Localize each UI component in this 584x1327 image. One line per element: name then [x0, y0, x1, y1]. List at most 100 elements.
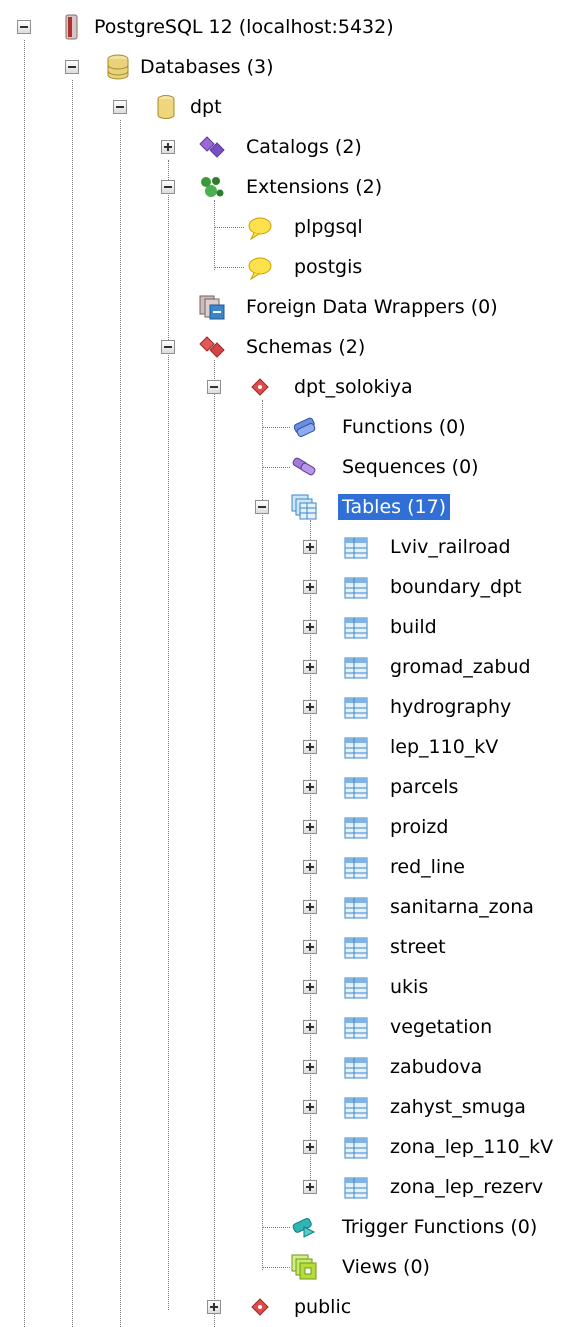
expand-toggle[interactable] — [303, 820, 317, 834]
trigger-functions-icon — [290, 1213, 318, 1241]
sequences-icon — [290, 453, 318, 481]
expand-toggle[interactable] — [303, 940, 317, 954]
expand-toggle[interactable] — [303, 780, 317, 794]
table-icon — [342, 734, 370, 762]
tree-node-foreign-data-wrappers[interactable]: Foreign Data Wrappers (0) — [0, 287, 584, 327]
tree-node-label: Sequences (0) — [342, 456, 479, 478]
expand-toggle[interactable] — [303, 580, 317, 594]
expand-toggle[interactable] — [303, 540, 317, 554]
tree-node-table[interactable]: sanitarna_zona — [0, 887, 584, 927]
table-icon — [342, 1094, 370, 1122]
collapse-toggle[interactable] — [161, 340, 175, 354]
tree-node-label: parcels — [390, 776, 459, 798]
tree-node-label: Databases (3) — [140, 56, 274, 78]
table-icon — [342, 934, 370, 962]
tree-node-label: zahyst_smuga — [390, 1096, 526, 1118]
tree-node-table[interactable]: lep_110_kV — [0, 727, 584, 767]
expand-toggle[interactable] — [303, 1060, 317, 1074]
tree-node-table[interactable]: red_line — [0, 847, 584, 887]
tree-node-table[interactable]: street — [0, 927, 584, 967]
extension-item-icon — [246, 254, 274, 282]
expand-toggle[interactable] — [303, 620, 317, 634]
tree-node-database[interactable]: dpt — [0, 87, 260, 127]
table-icon — [342, 694, 370, 722]
tree-node-extension-postgis[interactable]: postgis — [0, 247, 400, 287]
collapse-toggle[interactable] — [113, 100, 127, 114]
functions-icon — [290, 413, 318, 441]
collapse-toggle[interactable] — [65, 60, 79, 74]
tree-node-label: Schemas (2) — [246, 336, 366, 358]
table-icon — [342, 574, 370, 602]
tree-node-label: Lviv_railroad — [390, 536, 511, 558]
collapse-toggle[interactable] — [255, 500, 269, 514]
expand-toggle[interactable] — [303, 1020, 317, 1034]
tree-node-schemas[interactable]: Schemas (2) — [0, 327, 420, 367]
schema-icon — [246, 373, 274, 401]
tree-node-schema[interactable]: dpt_solokiya — [0, 367, 460, 407]
database-icon — [152, 93, 180, 121]
expand-toggle[interactable] — [303, 980, 317, 994]
tree-node-table[interactable]: build — [0, 607, 584, 647]
tree-node-catalogs[interactable]: Catalogs (2) — [0, 127, 400, 167]
tree-node-databases[interactable]: Databases (3) — [0, 47, 320, 87]
tree-node-label: zona_lep_rezerv — [390, 1176, 544, 1198]
expand-toggle[interactable] — [207, 1300, 221, 1314]
expand-toggle[interactable] — [303, 740, 317, 754]
table-icon — [342, 614, 370, 642]
foreign-data-wrappers-icon — [198, 293, 226, 321]
tree-node-schema-public[interactable]: public — [0, 1287, 420, 1327]
tree-node-label: Tables (17) — [338, 494, 451, 520]
tree-node-table[interactable]: parcels — [0, 767, 584, 807]
tree-node-label: proizd — [390, 816, 449, 838]
tree-node-table[interactable]: Lviv_railroad — [0, 527, 584, 567]
tree-node-table[interactable]: zahyst_smuga — [0, 1087, 584, 1127]
table-icon — [342, 1174, 370, 1202]
server-icon — [58, 13, 86, 41]
tree-node-table[interactable]: zona_lep_110_kV — [0, 1127, 584, 1167]
tree-node-sequences[interactable]: Sequences (0) — [0, 447, 520, 487]
expand-toggle[interactable] — [303, 660, 317, 674]
collapse-toggle[interactable] — [17, 20, 31, 34]
tree-node-label: Catalogs (2) — [246, 136, 362, 158]
tree-node-label: PostgreSQL 12 (localhost:5432) — [94, 16, 394, 38]
tree-node-label: boundary_dpt — [390, 576, 522, 598]
extensions-icon — [198, 173, 226, 201]
views-icon — [290, 1253, 318, 1281]
catalogs-icon — [198, 133, 226, 161]
collapse-toggle[interactable] — [161, 180, 175, 194]
tree-node-table[interactable]: ukis — [0, 967, 584, 1007]
tree-node-label: dpt — [190, 96, 222, 118]
expand-toggle[interactable] — [303, 700, 317, 714]
expand-toggle[interactable] — [303, 900, 317, 914]
tree-node-table[interactable]: proizd — [0, 807, 584, 847]
tree-node-label: public — [294, 1296, 352, 1318]
object-browser-tree: PostgreSQL 12 (localhost:5432) Databases… — [0, 0, 584, 1327]
collapse-toggle[interactable] — [207, 380, 221, 394]
tree-node-label: dpt_solokiya — [294, 376, 413, 398]
table-icon — [342, 974, 370, 1002]
tree-node-server[interactable]: PostgreSQL 12 (localhost:5432) — [0, 7, 470, 47]
table-icon — [342, 854, 370, 882]
tree-node-tables[interactable]: Tables (17) — [0, 487, 480, 527]
expand-toggle[interactable] — [303, 860, 317, 874]
tree-node-functions[interactable]: Functions (0) — [0, 407, 500, 447]
tree-node-table[interactable]: boundary_dpt — [0, 567, 584, 607]
tree-node-label: red_line — [390, 856, 465, 878]
tree-node-table[interactable]: zabudova — [0, 1047, 584, 1087]
tree-node-extensions[interactable]: Extensions (2) — [0, 167, 420, 207]
expand-toggle[interactable] — [161, 140, 175, 154]
tree-node-table[interactable]: vegetation — [0, 1007, 584, 1047]
tree-node-table[interactable]: zona_lep_rezerv — [0, 1167, 584, 1207]
tree-node-label: zabudova — [390, 1056, 483, 1078]
tree-node-table[interactable]: hydrography — [0, 687, 584, 727]
tree-node-views[interactable]: Views (0) — [0, 1247, 480, 1287]
expand-toggle[interactable] — [303, 1100, 317, 1114]
expand-toggle[interactable] — [303, 1140, 317, 1154]
tree-node-label: Foreign Data Wrappers (0) — [246, 296, 498, 318]
tree-node-label: postgis — [294, 256, 363, 278]
tree-node-extension-plpgsql[interactable]: plpgsql — [0, 207, 400, 247]
tree-node-label: build — [390, 616, 437, 638]
tree-node-trigger-functions[interactable]: Trigger Functions (0) — [0, 1207, 584, 1247]
tree-node-table[interactable]: gromad_zabud — [0, 647, 584, 687]
expand-toggle[interactable] — [303, 1180, 317, 1194]
